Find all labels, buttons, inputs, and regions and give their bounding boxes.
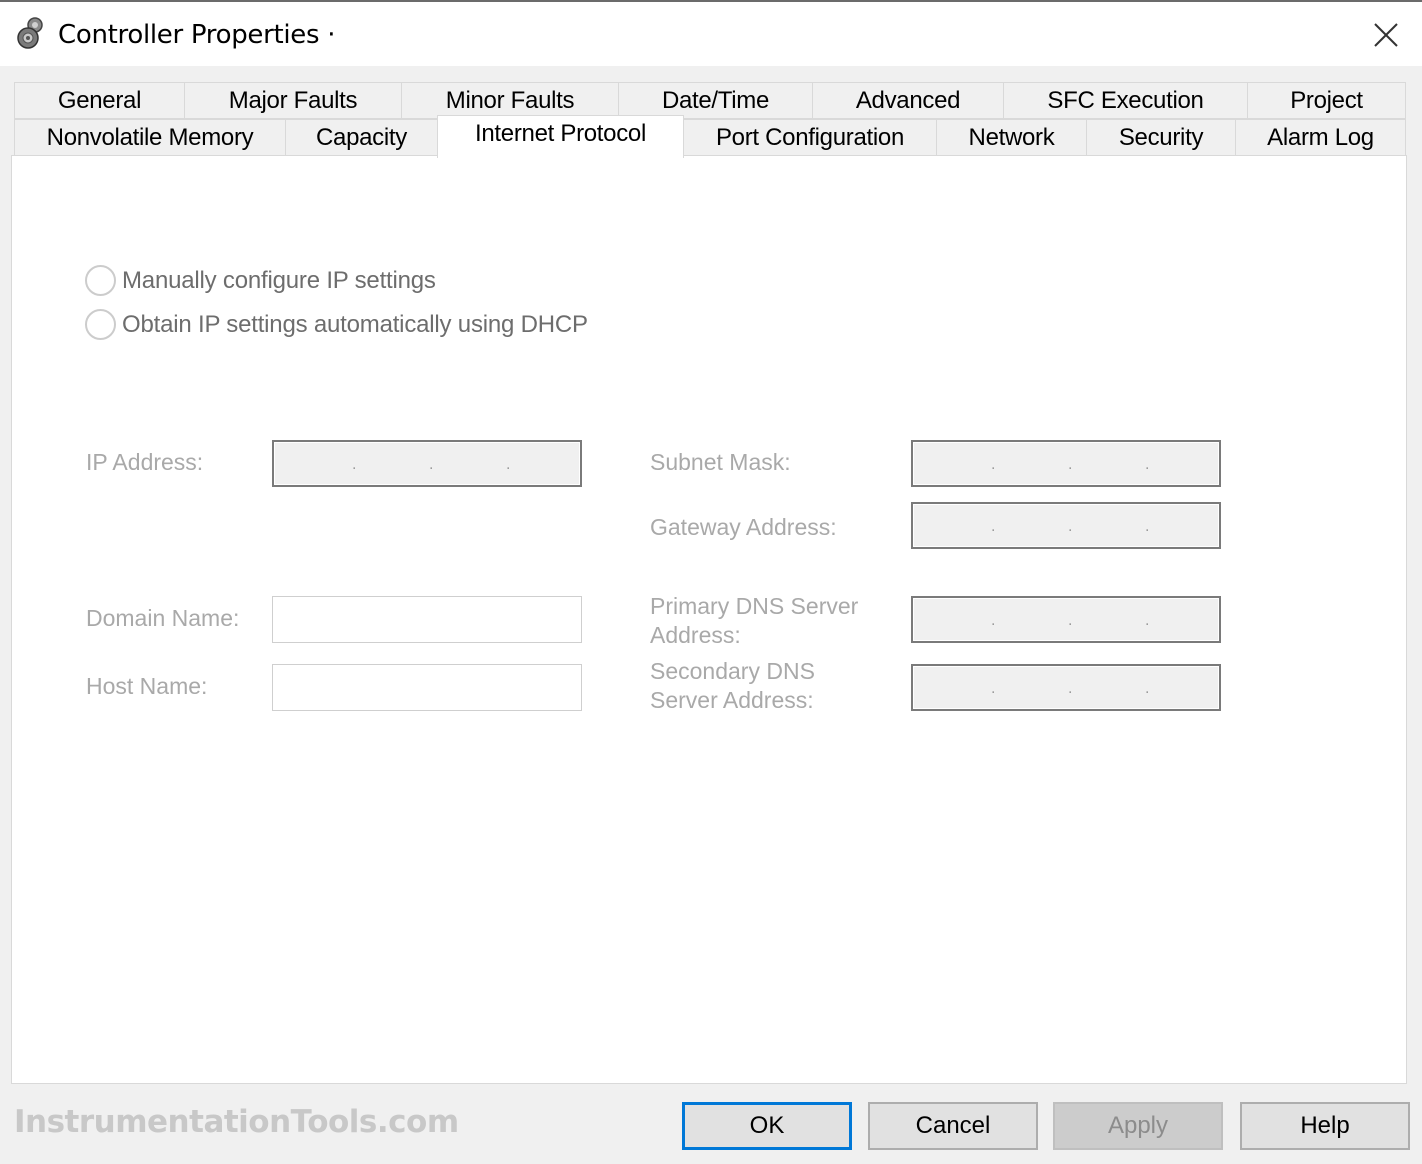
tab-security[interactable]: Security — [1086, 119, 1236, 156]
ip-separator: . — [429, 456, 434, 473]
subnet-mask-field[interactable]: . . . — [911, 440, 1221, 487]
primary-dns-label-line1: Primary DNS Server — [650, 593, 859, 619]
ip-address-field[interactable]: . . . — [272, 440, 582, 487]
gateway-address-label: Gateway Address: — [650, 514, 837, 540]
manual-ip-radio-option[interactable]: Manually configure IP settings — [85, 265, 436, 296]
dhcp-radio[interactable] — [85, 309, 116, 340]
close-icon — [1374, 23, 1398, 47]
ip-separator: . — [506, 456, 511, 473]
tab-date-time[interactable]: Date/Time — [618, 82, 813, 119]
secondary-dns-label-line2: Server Address: — [650, 687, 814, 713]
tab-port-configuration[interactable]: Port Configuration — [683, 119, 937, 156]
help-button[interactable]: Help — [1240, 1102, 1410, 1150]
tab-capacity[interactable]: Capacity — [285, 119, 438, 156]
tab-major-faults[interactable]: Major Faults — [184, 82, 402, 119]
tab-internet-protocol[interactable]: Internet Protocol — [437, 115, 684, 158]
tab-sfc-execution[interactable]: SFC Execution — [1003, 82, 1248, 119]
host-name-input[interactable] — [272, 664, 582, 711]
manual-ip-label: Manually configure IP settings — [122, 266, 436, 294]
ip-separator: . — [1145, 518, 1150, 535]
controller-gear-icon — [16, 16, 46, 50]
secondary-dns-label: Secondary DNS Server Address: — [650, 657, 815, 715]
close-button[interactable] — [1362, 16, 1408, 56]
ip-address-label: IP Address: — [86, 449, 204, 475]
ip-separator: . — [1145, 680, 1150, 697]
ip-separator: . — [991, 680, 996, 697]
ip-separator: . — [1068, 680, 1073, 697]
tab-advanced[interactable]: Advanced — [812, 82, 1004, 119]
tab-general[interactable]: General — [14, 82, 185, 119]
ip-separator: . — [352, 456, 357, 473]
ip-separator: . — [1145, 456, 1150, 473]
primary-dns-label: Primary DNS Server Address: — [650, 592, 858, 650]
ip-separator: . — [1068, 518, 1073, 535]
cancel-button[interactable]: Cancel — [868, 1102, 1038, 1150]
watermark: InstrumentationTools.com — [14, 1104, 459, 1140]
subnet-mask-label: Subnet Mask: — [650, 449, 791, 475]
dhcp-label: Obtain IP settings automatically using D… — [122, 310, 588, 338]
ip-separator: . — [991, 456, 996, 473]
primary-dns-label-line2: Address: — [650, 622, 741, 648]
ip-separator: . — [1145, 612, 1150, 629]
tab-alarm-log[interactable]: Alarm Log — [1235, 119, 1406, 156]
ip-separator: . — [1068, 612, 1073, 629]
ip-separator: . — [991, 518, 996, 535]
secondary-dns-field[interactable]: . . . — [911, 664, 1221, 711]
tab-network[interactable]: Network — [936, 119, 1087, 156]
ip-separator: . — [1068, 456, 1073, 473]
host-name-label: Host Name: — [86, 673, 208, 699]
ok-button[interactable]: OK — [682, 1102, 852, 1150]
tab-nonvolatile-memory[interactable]: Nonvolatile Memory — [14, 119, 286, 156]
window-title: Controller Properties · — [58, 20, 336, 50]
tab-minor-faults[interactable]: Minor Faults — [401, 82, 619, 119]
domain-name-input[interactable] — [272, 596, 582, 643]
title-bar: Controller Properties · — [0, 0, 1422, 66]
domain-name-label: Domain Name: — [86, 605, 240, 631]
ip-separator: . — [991, 612, 996, 629]
apply-button[interactable]: Apply — [1053, 1102, 1223, 1150]
tab-project[interactable]: Project — [1247, 82, 1406, 119]
secondary-dns-label-line1: Secondary DNS — [650, 658, 815, 684]
primary-dns-field[interactable]: . . . — [911, 596, 1221, 643]
tab-strip: General Major Faults Minor Faults Date/T… — [12, 82, 1406, 158]
gateway-address-field[interactable]: . . . — [911, 502, 1221, 549]
dhcp-radio-option[interactable]: Obtain IP settings automatically using D… — [85, 309, 588, 340]
manual-ip-radio[interactable] — [85, 265, 116, 296]
